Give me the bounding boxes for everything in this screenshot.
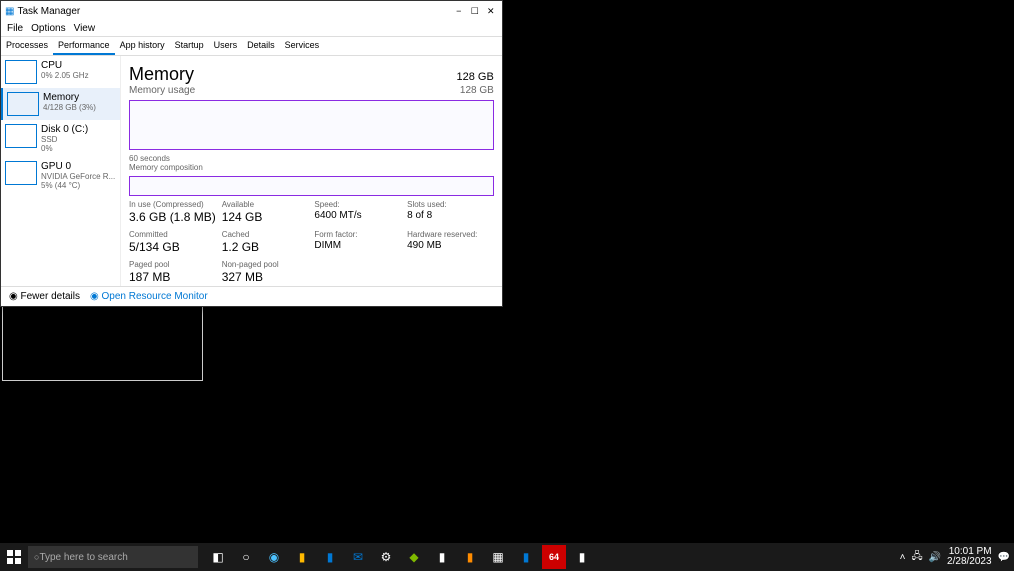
task-manager-window: ▦ Task Manager − ☐ ✕ File Options View Pro…: [0, 0, 503, 307]
sidebar-item-memory[interactable]: Memory4/128 GB (3%): [1, 88, 120, 120]
aida-icon[interactable]: ▮: [458, 545, 482, 569]
tm-title: Task Manager: [17, 6, 451, 17]
thumb-graph: [5, 124, 37, 148]
memory-usage-graph: [129, 100, 494, 150]
close-icon[interactable]: ✕: [484, 4, 498, 18]
stat: Form factor:DIMM: [314, 230, 401, 254]
explorer-icon[interactable]: ▮: [290, 545, 314, 569]
app-icon[interactable]: ▮: [430, 545, 454, 569]
stat: Hardware reserved:490 MB: [407, 230, 494, 254]
thumb-graph: [7, 92, 39, 116]
op-row: Mesh/LLC Clock2500.0 MHzx25.00100.0 MHz0…: [6, 359, 199, 377]
tray-chevron-icon[interactable]: ˄: [900, 552, 906, 563]
minimize-icon[interactable]: −: [452, 4, 466, 18]
stat: Cached1.2 GB: [222, 230, 309, 254]
stat: Paged pool187 MB: [129, 260, 216, 284]
fewer-details-toggle[interactable]: ◉ Fewer details: [9, 291, 80, 302]
thumb-graph: [5, 161, 37, 185]
stat: Speed:6400 MT/s: [314, 200, 401, 224]
hwinfo-icon[interactable]: 64: [542, 545, 566, 569]
tab-services[interactable]: Services: [280, 37, 325, 55]
stat: Slots used:8 of 8: [407, 200, 494, 224]
tm-tabs: ProcessesPerformanceApp historyStartupUs…: [1, 37, 502, 56]
tm-sidebar: CPU0% 2.05 GHzMemory4/128 GB (3%)Disk 0 …: [1, 56, 121, 286]
cpuz-icon[interactable]: ▮: [514, 545, 538, 569]
mail-icon[interactable]: ✉: [346, 545, 370, 569]
tray-volume-icon[interactable]: 🔊: [929, 552, 941, 563]
tab-details[interactable]: Details: [242, 37, 280, 55]
tm-stats: In use (Compressed)3.6 GB (1.8 MB)Availa…: [129, 200, 494, 284]
open-resource-monitor-link[interactable]: ◉ Open Resource Monitor: [90, 291, 208, 302]
edge-icon[interactable]: ◉: [262, 545, 286, 569]
start-button[interactable]: [0, 543, 28, 571]
task-manager-icon[interactable]: ▦: [486, 545, 510, 569]
sidebar-item-diskc[interactable]: Disk 0 (C:)SSD0%: [1, 120, 120, 157]
store-icon[interactable]: ▮: [318, 545, 342, 569]
taskbar: ○ Type here to search ◧ ○ ◉ ▮ ▮ ✉ ⚙ ◆ ▮ …: [0, 543, 1014, 571]
op-row: Avg. Effective Clock6.6 MHzx0.07: [6, 310, 199, 337]
sidebar-item-gpu[interactable]: GPU 0NVIDIA GeForce R...5% (44 °C): [1, 157, 120, 194]
stat: In use (Compressed)3.6 GB (1.8 MB): [129, 200, 216, 224]
menu-view[interactable]: View: [74, 23, 96, 34]
notifications-icon[interactable]: 💬: [998, 552, 1010, 563]
cortana-icon[interactable]: ○: [234, 545, 258, 569]
search-input[interactable]: ○ Type here to search: [28, 546, 198, 568]
memory-composition-graph: [129, 176, 494, 196]
op-row: Mesh/LLC Max2500.0 MHzx25.00100.0 MHz: [6, 339, 199, 357]
sidebar-item-cpu[interactable]: CPU0% 2.05 GHz: [1, 56, 120, 88]
app-icon[interactable]: ▮: [570, 545, 594, 569]
tm-menu: File Options View: [1, 21, 502, 37]
tab-processes[interactable]: Processes: [1, 37, 53, 55]
tray-network-icon[interactable]: 🖧: [911, 549, 922, 566]
xbox-icon[interactable]: ◆: [402, 545, 426, 569]
tab-performance[interactable]: Performance: [53, 37, 115, 55]
menu-file[interactable]: File: [7, 23, 23, 34]
stat: Available124 GB: [222, 200, 309, 224]
menu-options[interactable]: Options: [31, 23, 65, 34]
stat: Committed5/134 GB: [129, 230, 216, 254]
tab-users[interactable]: Users: [209, 37, 243, 55]
clock[interactable]: 10:01 PM 2/28/2023: [947, 547, 992, 567]
tm-main: Memory 128 GB Memory usage128 GB 60 seco…: [121, 56, 502, 286]
task-view-icon[interactable]: ◧: [206, 545, 230, 569]
thumb-graph: [5, 60, 37, 84]
task-manager-icon: ▦: [5, 6, 14, 17]
settings-icon[interactable]: ⚙: [374, 545, 398, 569]
tm-titlebar[interactable]: ▦ Task Manager − ☐ ✕: [1, 1, 502, 21]
maximize-icon[interactable]: ☐: [468, 4, 482, 18]
stat: Non-paged pool327 MB: [222, 260, 309, 284]
tab-startup[interactable]: Startup: [170, 37, 209, 55]
tm-total: 128 GB: [457, 71, 494, 83]
tm-main-title: Memory: [129, 64, 194, 85]
tab-app-history[interactable]: App history: [115, 37, 170, 55]
